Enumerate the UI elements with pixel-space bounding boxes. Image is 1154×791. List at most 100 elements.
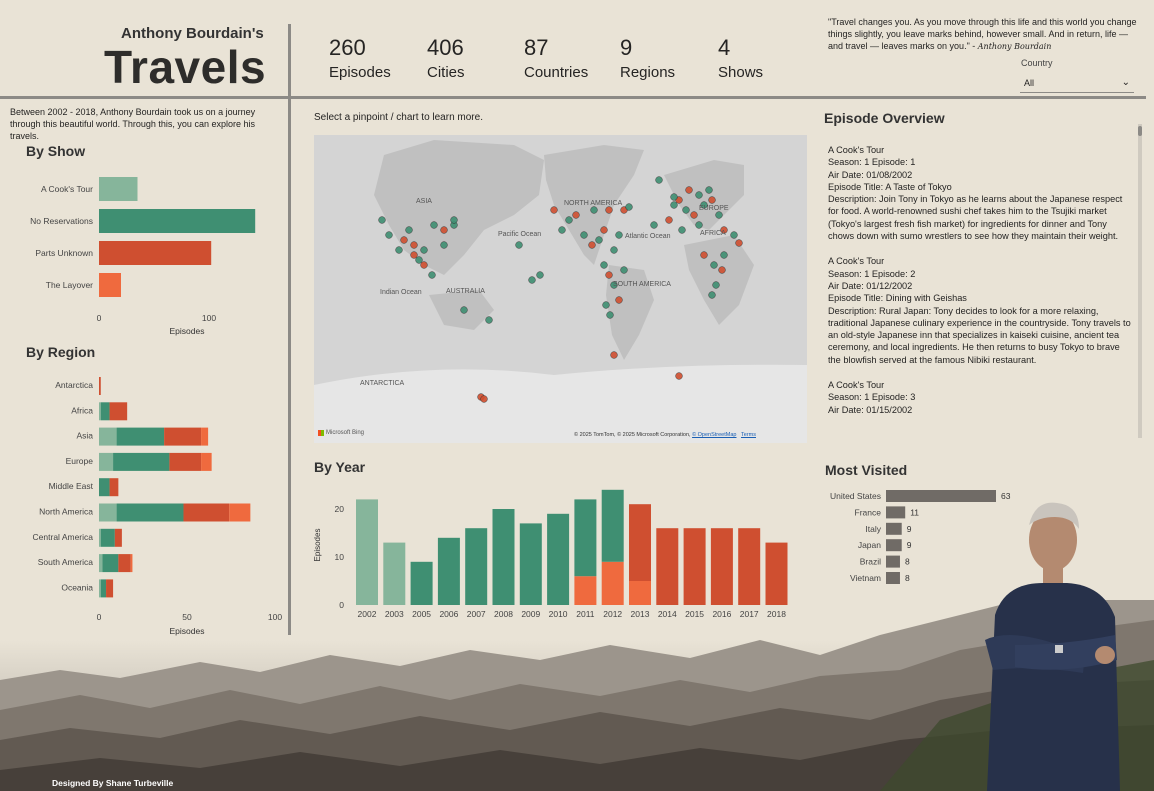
map-pin[interactable]	[620, 266, 628, 274]
map-pin[interactable]	[718, 266, 726, 274]
region-bar-segment[interactable]	[99, 427, 117, 446]
region-bar-segment[interactable]	[99, 554, 103, 573]
region-bar-segment[interactable]	[99, 528, 101, 547]
year-bar-segment[interactable]	[437, 537, 460, 605]
map-pin[interactable]	[690, 211, 698, 219]
region-bar-segment[interactable]	[99, 402, 101, 421]
map-pin[interactable]	[678, 226, 686, 234]
region-bar-segment[interactable]	[113, 452, 170, 471]
episode-overview-list[interactable]: A Cook's Tour Season: 1 Episode: 1 Air D…	[828, 144, 1134, 438]
region-bar-segment[interactable]	[99, 377, 101, 395]
map-pin[interactable]	[600, 261, 608, 269]
map-pin[interactable]	[450, 216, 458, 224]
episode-card[interactable]: A Cook's Tour Season: 1 Episode: 3 Air D…	[828, 379, 1134, 416]
region-bar-segment[interactable]	[116, 503, 184, 522]
year-bar-segment[interactable]	[410, 561, 433, 605]
map-pin[interactable]	[385, 231, 393, 239]
map-pin[interactable]	[605, 271, 613, 279]
map-pin[interactable]	[715, 211, 723, 219]
year-bar-segment[interactable]	[492, 509, 515, 605]
map-pin[interactable]	[595, 236, 603, 244]
map-pin[interactable]	[700, 251, 708, 259]
region-bar-segment[interactable]	[114, 528, 122, 547]
map-pin[interactable]	[558, 226, 566, 234]
world-map[interactable]: ASIA NORTH AMERICA EUROPE Pacific Ocean …	[314, 135, 807, 443]
by-show-chart[interactable]: A Cook's Tour No Reservations Parts Unknow…	[0, 165, 285, 340]
visited-bar[interactable]	[886, 506, 906, 519]
map-pin[interactable]	[580, 231, 588, 239]
visited-bar[interactable]	[886, 522, 902, 535]
region-bar-segment[interactable]	[116, 427, 165, 446]
region-bar-segment[interactable]	[130, 554, 133, 573]
by-region-chart[interactable]: Antarctica Africa Asia Europe Middle East Nor…	[0, 366, 285, 638]
region-bar-segment[interactable]	[106, 579, 114, 598]
show-bar[interactable]	[99, 177, 138, 201]
kpi-episodes[interactable]: 260 Episodes	[329, 35, 391, 81]
map-pin[interactable]	[590, 206, 598, 214]
map-pin[interactable]	[665, 216, 673, 224]
map-pin[interactable]	[606, 311, 614, 319]
map-pin[interactable]	[536, 271, 544, 279]
region-bar-segment[interactable]	[201, 452, 212, 471]
visited-bar[interactable]	[886, 555, 900, 568]
map-pin[interactable]	[695, 221, 703, 229]
map-pin[interactable]	[440, 241, 448, 249]
map-pin[interactable]	[420, 246, 428, 254]
map-pin[interactable]	[565, 216, 573, 224]
episode-card[interactable]: A Cook's Tour Season: 1 Episode: 1 Air D…	[828, 144, 1134, 242]
map-pin[interactable]	[420, 261, 428, 269]
show-bar[interactable]	[99, 209, 256, 233]
kpi-countries[interactable]: 87 Countries	[524, 35, 588, 81]
map-pin[interactable]	[602, 301, 610, 309]
map-pin[interactable]	[695, 191, 703, 199]
map-pin[interactable]	[610, 351, 618, 359]
year-bar-segment[interactable]	[574, 499, 597, 577]
map-pin[interactable]	[550, 206, 558, 214]
year-bar-segment[interactable]	[710, 528, 733, 605]
map-pin[interactable]	[710, 261, 718, 269]
year-bar-segment[interactable]	[356, 499, 378, 605]
map-pin[interactable]	[460, 306, 468, 314]
map-pin[interactable]	[685, 186, 693, 194]
show-bar[interactable]	[99, 241, 212, 265]
year-bar-segment[interactable]	[574, 576, 597, 605]
map-pin[interactable]	[705, 186, 713, 194]
map-pin[interactable]	[415, 256, 423, 264]
map-pin[interactable]	[708, 291, 716, 299]
year-bar-segment[interactable]	[519, 523, 542, 605]
map-pin[interactable]	[670, 201, 678, 209]
region-bar-segment[interactable]	[229, 503, 251, 522]
osm-link[interactable]: © OpenStreetMap	[692, 432, 736, 438]
map-pin[interactable]	[735, 239, 743, 247]
map-pin[interactable]	[675, 372, 683, 380]
region-bar-segment[interactable]	[100, 528, 115, 547]
by-year-chart[interactable]: 0 10 20 Episodes 2002 2003 2005 2006 2007 2008 200…	[306, 480, 796, 622]
map-pin[interactable]	[572, 211, 580, 219]
map-pin[interactable]	[650, 221, 658, 229]
region-bar-segment[interactable]	[99, 452, 114, 471]
year-bar-segment[interactable]	[601, 489, 624, 562]
episode-card[interactable]: A Cook's Tour Season: 1 Episode: 2 Air D…	[828, 255, 1134, 366]
map-pin[interactable]	[378, 216, 386, 224]
map-pin[interactable]	[410, 251, 418, 259]
map-pin[interactable]	[405, 226, 413, 234]
map-pin[interactable]	[410, 241, 418, 249]
year-bar-segment[interactable]	[601, 561, 624, 605]
most-visited-chart[interactable]: United States 63 France 11 Italy 9 Japan 9 Brazi…	[800, 486, 1060, 586]
map-pin[interactable]	[708, 196, 716, 204]
map-pin[interactable]	[430, 221, 438, 229]
region-bar-segment[interactable]	[109, 478, 119, 497]
region-bar-segment[interactable]	[99, 503, 117, 522]
map-pin[interactable]	[600, 226, 608, 234]
year-bar-segment[interactable]	[629, 581, 651, 605]
year-bar-segment[interactable]	[465, 528, 488, 605]
map-pin[interactable]	[682, 206, 690, 214]
map-pin[interactable]	[605, 206, 613, 214]
kpi-regions[interactable]: 9 Regions	[620, 35, 675, 81]
visited-bar[interactable]	[886, 490, 996, 502]
map-pin[interactable]	[428, 271, 436, 279]
map-pin[interactable]	[395, 246, 403, 254]
map-pin[interactable]	[610, 246, 618, 254]
year-bar-segment[interactable]	[656, 528, 679, 605]
region-bar-segment[interactable]	[100, 402, 110, 421]
